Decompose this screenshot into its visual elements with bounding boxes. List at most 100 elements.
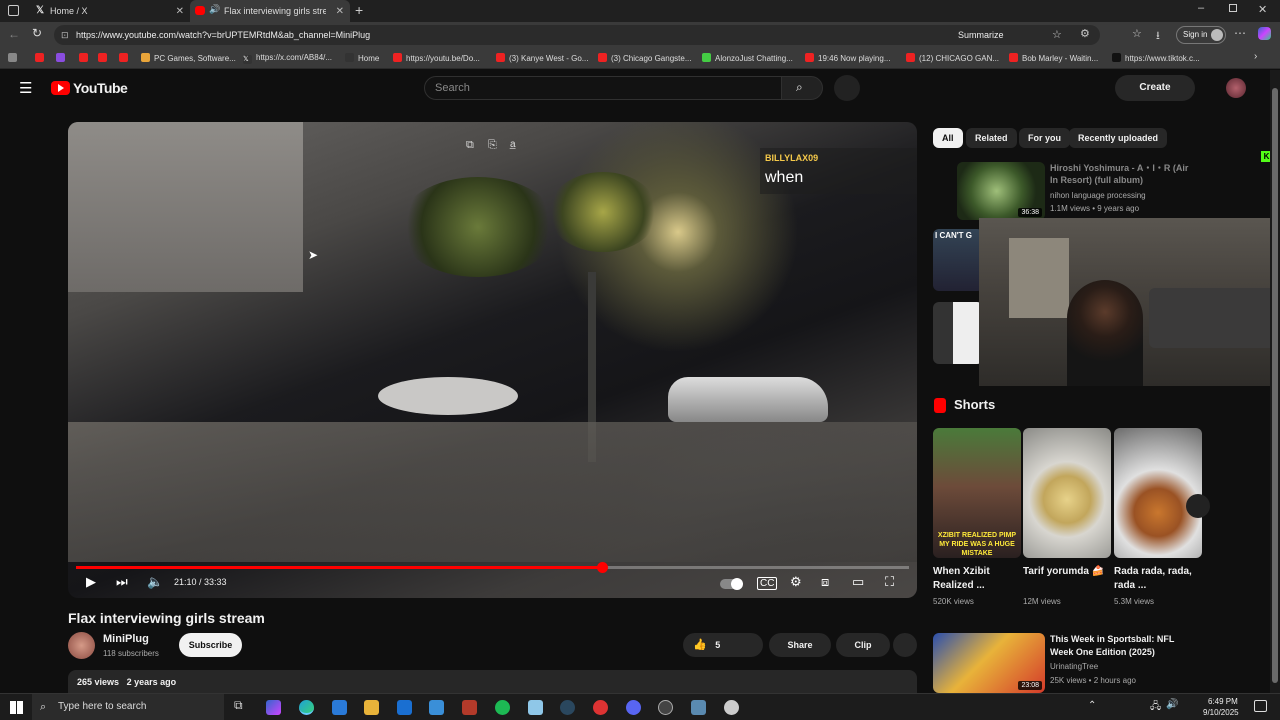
bookmark-item[interactable]: 𝕏https://x.com/AB84/... xyxy=(243,53,332,64)
bookmark-item[interactable]: AlonzoJust Chatting... xyxy=(702,53,793,63)
chip-related[interactable]: Related xyxy=(966,128,1017,148)
bookmark-folder-icon[interactable] xyxy=(8,53,21,63)
bookmark-youtube-icon[interactable] xyxy=(98,53,111,63)
steam-icon[interactable] xyxy=(560,700,575,715)
channel-avatar[interactable] xyxy=(68,632,95,659)
app-icon[interactable] xyxy=(658,700,673,715)
search-button[interactable]: ⌕ xyxy=(781,76,823,100)
site-info-icon[interactable]: ⊡ xyxy=(61,25,69,45)
hamburger-menu-icon[interactable]: ☰ xyxy=(19,79,32,97)
page-scrollbar[interactable] xyxy=(1270,70,1280,693)
favorites-icon[interactable]: ☆ xyxy=(1132,27,1142,40)
window-menu-icon[interactable] xyxy=(8,5,19,16)
recommended-thumbnail[interactable]: 36:38 xyxy=(957,162,1045,220)
overlay-tool-icon[interactable]: ⎘ xyxy=(488,139,497,152)
video-player[interactable]: ⧉ ⎘ a̲ BILLYLAX09 when ➤ ▶ ⏭ 🔈 21:10 / 3… xyxy=(68,122,917,598)
clock-date[interactable]: 9/10/2025 xyxy=(1203,708,1239,717)
settings-icon[interactable]: ⚙ xyxy=(790,574,802,590)
short-thumbnail[interactable]: XZIBIT REALIZED PIMP MY RIDE WAS A HUGE … xyxy=(933,428,1021,558)
volume-icon[interactable]: 🔈 xyxy=(147,574,163,590)
recommended-title[interactable]: Hiroshi Yoshimura - A・I・R (Air In Resort… xyxy=(1050,162,1190,186)
back-icon[interactable]: ← xyxy=(8,27,20,41)
file-explorer-icon[interactable] xyxy=(364,700,379,715)
edge-icon[interactable] xyxy=(299,700,314,715)
app-icon[interactable] xyxy=(724,700,739,715)
short-thumbnail[interactable] xyxy=(1023,428,1111,558)
overlay-tool-icon[interactable]: ⧉ xyxy=(466,139,474,152)
app-icon[interactable] xyxy=(691,700,706,715)
close-tab-icon[interactable]: ✕ xyxy=(176,6,184,17)
recommended-title[interactable]: This Week in Sportsball: NFL Week One Ed… xyxy=(1050,633,1200,659)
bookmark-item[interactable]: (3) Chicago Gangste... xyxy=(598,53,691,63)
refresh-icon[interactable]: ↻ xyxy=(32,26,42,40)
channel-name[interactable]: MiniPlug xyxy=(103,633,149,645)
short-title[interactable]: Tarif yorumda 🍰 xyxy=(1023,565,1111,579)
speaker-icon[interactable]: 🔊 xyxy=(209,4,220,15)
chip-for-you[interactable]: For you xyxy=(1019,128,1070,148)
bookmark-item[interactable]: https://youtu.be/Do... xyxy=(393,53,480,63)
subscribe-button[interactable]: Subscribe xyxy=(179,633,242,657)
recommended-thumbnail[interactable]: 23:08 xyxy=(933,633,1045,693)
minimize-icon[interactable]: – xyxy=(1198,2,1204,14)
close-window-icon[interactable]: ✕ xyxy=(1258,3,1267,16)
spotify-icon[interactable] xyxy=(495,700,510,715)
like-button[interactable]: 👍 5 xyxy=(683,633,763,657)
bookmark-item[interactable]: 19:46 Now playing... xyxy=(805,53,891,63)
bookmark-item[interactable]: PC Games, Software... xyxy=(141,53,236,63)
avatar[interactable] xyxy=(1226,78,1246,98)
bookmark-item[interactable]: https://www.tiktok.c... xyxy=(1112,53,1200,63)
new-tab-icon[interactable]: + xyxy=(355,2,363,18)
app-icon[interactable] xyxy=(528,700,543,715)
fullscreen-icon[interactable]: ⛶ xyxy=(885,574,894,590)
url-input[interactable]: ⊡ https://www.youtube.com/watch?v=brUPTE… xyxy=(54,25,1100,45)
chip-recently-uploaded[interactable]: Recently uploaded xyxy=(1069,128,1168,148)
clock-time[interactable]: 6:49 PM xyxy=(1208,697,1238,706)
bookmark-youtube-icon[interactable] xyxy=(79,53,92,63)
download-icon[interactable]: ⭳ xyxy=(1156,27,1160,46)
app-icon[interactable] xyxy=(462,700,477,715)
recommended-thumbnail[interactable] xyxy=(933,302,983,364)
notification-icon[interactable] xyxy=(1254,700,1267,712)
chip-all[interactable]: All xyxy=(933,128,963,148)
bookmark-item[interactable]: Home xyxy=(345,53,379,63)
short-thumbnail[interactable] xyxy=(1114,428,1202,558)
copilot-icon[interactable] xyxy=(1258,27,1271,40)
tab-home-x[interactable]: 𝕏 Home / X ✕ xyxy=(26,0,190,22)
autoplay-toggle[interactable] xyxy=(720,578,743,590)
bookmark-item[interactable]: (12) CHICAGO GAN... xyxy=(906,53,999,63)
recommended-thumbnail[interactable]: I CAN'T G xyxy=(933,229,983,291)
bookmark-twitch-icon[interactable] xyxy=(56,53,69,63)
windows-start-icon[interactable] xyxy=(10,701,23,714)
short-title[interactable]: Rada rada, rada, rada ... xyxy=(1114,565,1202,593)
store-icon[interactable] xyxy=(332,700,347,715)
play-icon[interactable]: ▶ xyxy=(86,574,96,590)
bookmark-item[interactable]: Bob Marley - Waitin... xyxy=(1009,53,1098,63)
voice-search-button[interactable] xyxy=(834,75,860,101)
more-options-icon[interactable]: ⋯ xyxy=(1234,26,1246,40)
bookmark-youtube-icon[interactable] xyxy=(35,53,48,63)
bookmark-item[interactable]: (3) Kanye West - Go... xyxy=(496,53,588,63)
discord-icon[interactable] xyxy=(626,700,641,715)
sign-in-button[interactable]: Sign in xyxy=(1176,26,1226,44)
scrollbar-thumb[interactable] xyxy=(1272,88,1278,683)
network-icon[interactable]: 🖧 xyxy=(1150,699,1161,716)
taskbar-search-input[interactable]: ⌕ Type here to search xyxy=(32,694,224,720)
volume-tray-icon[interactable]: 🔊 xyxy=(1166,699,1178,710)
shorts-next-button[interactable] xyxy=(1186,494,1210,518)
youtube-logo[interactable]: YouTube xyxy=(51,80,128,96)
task-view-icon[interactable]: ⧉ xyxy=(234,698,243,713)
search-input[interactable]: Search xyxy=(424,76,782,100)
clip-button[interactable]: Clip xyxy=(836,633,890,657)
captions-icon[interactable]: CC xyxy=(757,577,778,590)
maximize-icon[interactable] xyxy=(1229,4,1237,12)
outlook-icon[interactable] xyxy=(397,700,412,715)
tray-chevron-icon[interactable]: ⌃ xyxy=(1088,700,1096,711)
short-title[interactable]: When Xzibit Realized ... xyxy=(933,565,1021,593)
photos-icon[interactable] xyxy=(429,700,444,715)
app-icon[interactable] xyxy=(593,700,608,715)
chevron-right-icon[interactable]: › xyxy=(1254,51,1257,62)
progress-scrubber[interactable] xyxy=(596,562,608,573)
progress-bar[interactable] xyxy=(76,562,909,573)
overlay-translate-icon[interactable]: a̲ xyxy=(510,139,516,150)
miniplayer-icon[interactable]: ⧈ xyxy=(821,574,829,590)
